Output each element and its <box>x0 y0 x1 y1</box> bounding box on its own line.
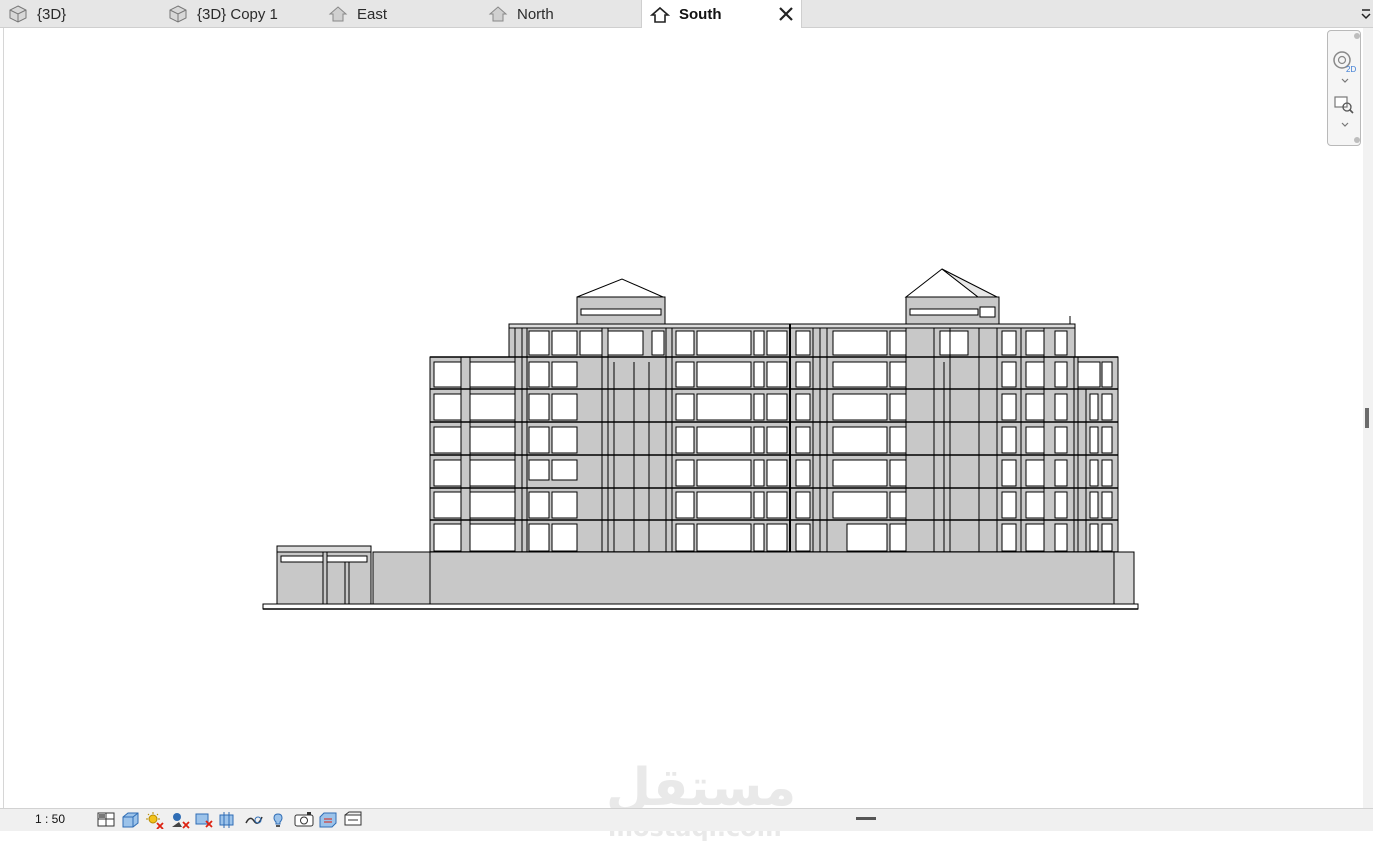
roof-pavilion-right <box>904 268 1071 326</box>
unlock-3d-view-icon[interactable] <box>244 811 264 829</box>
shadows-icon[interactable] <box>170 811 190 829</box>
tab-label: South <box>679 6 722 23</box>
show-crop-region-icon[interactable] <box>218 811 238 829</box>
svg-text:2D: 2D <box>1346 65 1356 73</box>
navbar-options-icon[interactable] <box>1354 137 1360 143</box>
tab-east[interactable]: East <box>320 0 480 28</box>
tab-label: East <box>357 5 388 23</box>
scroll-thumb[interactable] <box>1365 408 1369 428</box>
tab-label: {3D} Copy 1 <box>197 5 278 23</box>
chevron-down-icon[interactable] <box>1341 78 1349 84</box>
zoom-region-icon[interactable] <box>1332 93 1356 117</box>
podium <box>429 551 1135 607</box>
crop-view-icon[interactable] <box>194 811 214 829</box>
view-tab-bar: {3D} {3D} Copy 1 East North South <box>0 0 1373 29</box>
vertical-scrollbar[interactable] <box>1363 28 1373 808</box>
3d-view-icon <box>9 5 27 23</box>
view-control-bar: 1 : 50 <box>0 808 1373 831</box>
close-icon[interactable] <box>775 3 797 25</box>
elevation-view-icon <box>328 6 348 22</box>
chevron-down-icon[interactable] <box>1341 122 1349 128</box>
view-scale[interactable]: 1 : 50 <box>35 812 65 826</box>
temporary-hide-icon[interactable] <box>270 811 290 829</box>
show-analytical-model-icon[interactable] <box>343 811 363 829</box>
tab-3d[interactable]: {3D} <box>0 0 160 28</box>
visual-style-icon[interactable] <box>120 811 140 829</box>
reveal-hidden-icon[interactable] <box>294 811 314 829</box>
roof-pavilion-left <box>576 278 666 326</box>
tab-list-arrow-icon[interactable] <box>1361 6 1371 20</box>
navbar-close-icon[interactable] <box>1354 33 1360 39</box>
tab-label: {3D} <box>37 5 67 23</box>
elevation-view-icon <box>650 6 670 23</box>
tab-3d-copy-1[interactable]: {3D} Copy 1 <box>160 0 320 28</box>
steering-wheel-2d-icon[interactable]: 2D <box>1332 49 1356 73</box>
elevation-view-icon <box>488 6 508 22</box>
south-elevation-drawing <box>262 268 1139 610</box>
drawing-area[interactable]: مستقل mostaql.com <box>3 28 1364 842</box>
horizontal-scroll-handle[interactable] <box>856 817 876 820</box>
sun-path-icon[interactable] <box>144 811 164 829</box>
tab-north[interactable]: North <box>480 0 640 28</box>
tab-label: North <box>517 5 554 23</box>
annex <box>276 545 372 605</box>
detail-level-icon[interactable] <box>96 811 116 829</box>
tab-south[interactable]: South <box>641 0 802 29</box>
temporary-view-properties-icon[interactable] <box>318 811 338 829</box>
3d-view-icon <box>169 5 187 23</box>
navigation-bar: 2D <box>1327 30 1361 146</box>
